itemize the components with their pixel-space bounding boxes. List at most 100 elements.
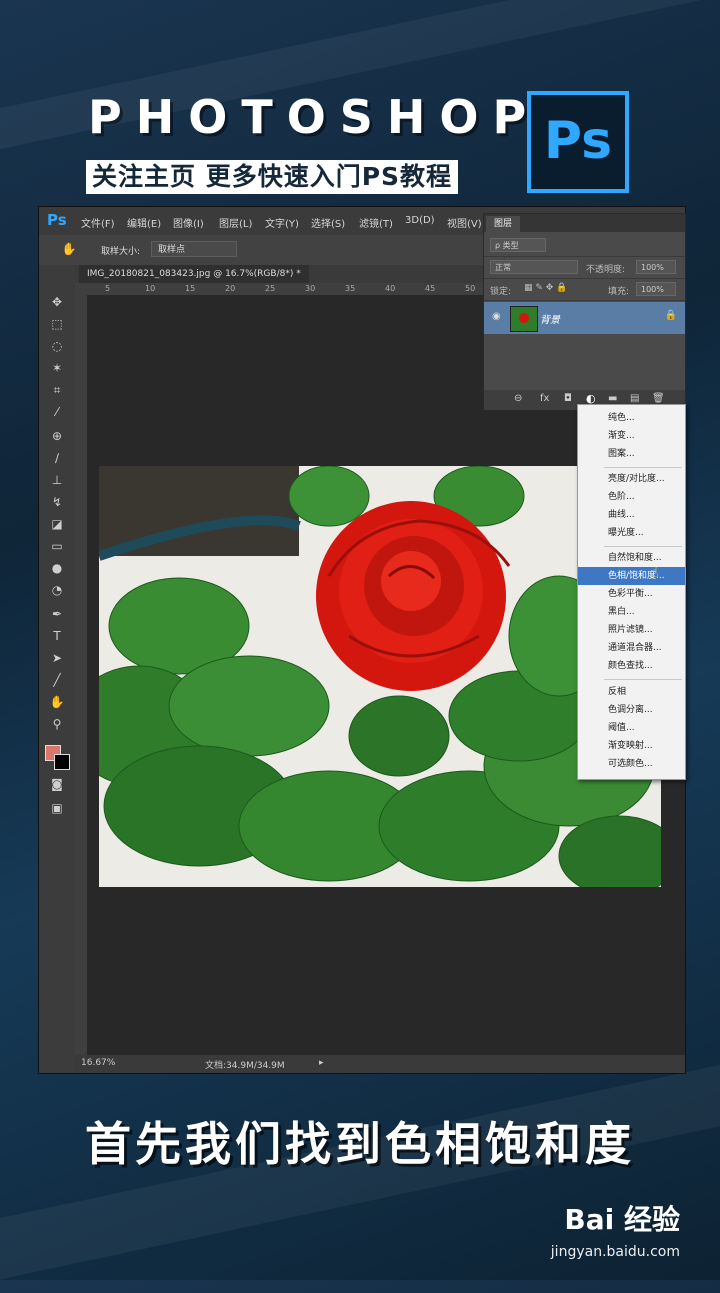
menu-item-invert[interactable]: 反相 bbox=[578, 683, 685, 701]
menu-item-pattern[interactable]: 图案... bbox=[578, 445, 685, 463]
ruler-tick: 45 bbox=[425, 284, 436, 293]
menu-select[interactable]: 选择(S) bbox=[311, 215, 345, 230]
adjustment-layer-menu: 纯色... 渐变... 图案... 亮度/对比度... 色阶... 曲线... … bbox=[577, 404, 686, 780]
menu-3d[interactable]: 3D(D) bbox=[405, 215, 435, 226]
menu-item-color-balance[interactable]: 色彩平衡... bbox=[578, 585, 685, 603]
menu-item-brightness-contrast[interactable]: 亮度/对比度... bbox=[578, 470, 685, 488]
menu-view[interactable]: 视图(V) bbox=[447, 215, 482, 230]
sample-size-label: 取样大小: bbox=[101, 247, 141, 257]
ruler-tick: 5 bbox=[105, 284, 111, 293]
opacity-label: 不透明度: bbox=[586, 265, 626, 275]
document-size-info: 文档:34.9M/34.9M bbox=[205, 1061, 285, 1071]
dodge-tool-icon[interactable]: ◔ bbox=[47, 581, 67, 599]
quick-mask-icon[interactable]: ◙ bbox=[47, 775, 67, 793]
ruler-tick: 15 bbox=[185, 284, 196, 293]
fill-label: 填充: bbox=[608, 287, 630, 297]
fill-field[interactable]: 100% bbox=[636, 282, 676, 296]
layer-thumbnail bbox=[510, 306, 538, 332]
delete-layer-icon[interactable]: 🗑 bbox=[652, 393, 665, 404]
mouse-cursor-icon: ☝ bbox=[650, 565, 659, 581]
layer-filter-row: ρ 类型 bbox=[484, 234, 685, 257]
menu-edit[interactable]: 编辑(E) bbox=[127, 215, 161, 230]
blend-mode-select[interactable]: 正常 bbox=[490, 260, 578, 274]
type-tool-icon[interactable]: T bbox=[47, 627, 67, 645]
menu-item-color-lookup[interactable]: 颜色查找... bbox=[578, 657, 685, 675]
document-tab[interactable]: IMG_20180821_083423.jpg @ 16.7%(RGB/8*) … bbox=[79, 265, 309, 283]
layer-name: 背景 bbox=[540, 315, 560, 326]
zoom-level[interactable]: 16.67% bbox=[81, 1058, 115, 1068]
sample-size-select[interactable]: 取样点 bbox=[151, 241, 237, 257]
tab-layers[interactable]: 图层 bbox=[486, 216, 521, 232]
brush-tool-icon[interactable]: ∕ bbox=[47, 449, 67, 467]
menu-item-exposure[interactable]: 曝光度... bbox=[578, 524, 685, 542]
marquee-tool-icon[interactable]: ⬚ bbox=[47, 315, 67, 333]
layer-filter-select[interactable]: ρ 类型 bbox=[490, 238, 546, 252]
menu-item-hue-saturation[interactable]: 色相/饱和度... bbox=[578, 567, 685, 585]
zoom-tool-icon[interactable]: ⚲ bbox=[47, 715, 67, 733]
menu-item-gradient[interactable]: 渐变... bbox=[578, 427, 685, 445]
lock-label: 锁定: bbox=[490, 287, 512, 297]
line-tool-icon[interactable]: ╱ bbox=[47, 671, 67, 689]
menu-item-levels[interactable]: 色阶... bbox=[578, 488, 685, 506]
path-select-tool-icon[interactable]: ➤ bbox=[47, 649, 67, 667]
lock-row: 锁定: ▦ ✎ ✥ 🔒 填充: 100% bbox=[484, 278, 685, 301]
menu-file[interactable]: 文件(F) bbox=[81, 215, 115, 230]
menu-item-curves[interactable]: 曲线... bbox=[578, 506, 685, 524]
healing-tool-icon[interactable]: ⊕ bbox=[47, 427, 67, 445]
ps-logo: Ps bbox=[527, 91, 629, 193]
ruler-tick: 25 bbox=[265, 284, 276, 293]
mask-icon[interactable]: ◘ bbox=[564, 393, 572, 404]
status-arrow-icon[interactable]: ▸ bbox=[319, 1058, 324, 1068]
status-bar: 16.67% 文档:34.9M/34.9M ▸ bbox=[75, 1055, 685, 1073]
hand-tool-icon[interactable]: ✋ bbox=[47, 693, 67, 711]
visibility-eye-icon[interactable]: ◉ bbox=[492, 311, 501, 322]
menu-item-black-white[interactable]: 黑白... bbox=[578, 603, 685, 621]
lasso-tool-icon[interactable]: ◌ bbox=[47, 337, 67, 355]
crop-tool-icon[interactable]: ⌗ bbox=[47, 381, 67, 399]
background-color-swatch[interactable] bbox=[54, 754, 70, 770]
eyedropper-tool-icon[interactable]: ✋ bbox=[59, 240, 79, 258]
group-icon[interactable]: ▬ bbox=[608, 393, 617, 404]
menu-item-channel-mixer[interactable]: 通道混合器... bbox=[578, 639, 685, 657]
stamp-tool-icon[interactable]: ⊥ bbox=[47, 471, 67, 489]
menu-item-vibrance[interactable]: 自然饱和度... bbox=[578, 549, 685, 567]
opacity-field[interactable]: 100% bbox=[636, 260, 676, 274]
eyedropper-icon[interactable]: ⁄ bbox=[47, 403, 67, 421]
screen-mode-icon[interactable]: ▣ bbox=[47, 799, 67, 817]
layers-panel: 图层 ρ 类型 正常 不透明度: 100% 锁定: ▦ ✎ ✥ 🔒 填充: 10… bbox=[483, 213, 686, 411]
pen-tool-icon[interactable]: ✒ bbox=[47, 605, 67, 623]
menu-separator bbox=[604, 467, 682, 468]
document-tab-bar: IMG_20180821_083423.jpg @ 16.7%(RGB/8*) … bbox=[75, 265, 485, 283]
layer-row-background[interactable]: ◉ 背景 🔒 bbox=[484, 302, 685, 334]
eraser-tool-icon[interactable]: ◪ bbox=[47, 515, 67, 533]
tools-panel: ✥ ⬚ ◌ ✶ ⌗ ⁄ ⊕ ∕ ⊥ ↯ ◪ ▭ ● ◔ ✒ T ➤ ╱ ✋ ⚲ … bbox=[39, 265, 76, 1073]
gradient-tool-icon[interactable]: ▭ bbox=[47, 537, 67, 555]
ruler-tick: 30 bbox=[305, 284, 316, 293]
lock-pixels-icon[interactable]: ▦ ✎ ✥ 🔒 bbox=[524, 283, 567, 293]
menu-item-selective-color[interactable]: 可选颜色... bbox=[578, 755, 685, 773]
move-tool-icon[interactable]: ✥ bbox=[47, 293, 67, 311]
menu-layer[interactable]: 图层(L) bbox=[219, 215, 252, 230]
headline-title: PHOTOSHOP bbox=[88, 90, 541, 144]
history-brush-icon[interactable]: ↯ bbox=[47, 493, 67, 511]
menu-item-gradient-map[interactable]: 渐变映射... bbox=[578, 737, 685, 755]
ruler-tick: 40 bbox=[385, 284, 396, 293]
menu-item-posterize[interactable]: 色调分离... bbox=[578, 701, 685, 719]
menu-item-threshold[interactable]: 阈值... bbox=[578, 719, 685, 737]
blur-tool-icon[interactable]: ● bbox=[47, 559, 67, 577]
ps-app-icon: Ps bbox=[47, 211, 67, 229]
menu-item-solid-color[interactable]: 纯色... bbox=[578, 409, 685, 427]
menu-separator bbox=[604, 546, 682, 547]
menu-filter[interactable]: 滤镜(T) bbox=[359, 215, 393, 230]
menu-item-photo-filter[interactable]: 照片滤镜... bbox=[578, 621, 685, 639]
menu-type[interactable]: 文字(Y) bbox=[265, 215, 299, 230]
ruler-tick: 20 bbox=[225, 284, 236, 293]
ruler-tick: 35 bbox=[345, 284, 356, 293]
link-layers-icon[interactable]: ⊖ bbox=[514, 393, 522, 404]
fx-icon[interactable]: fx bbox=[540, 393, 549, 404]
layers-panel-tabs: 图层 bbox=[484, 214, 685, 232]
ruler-tick: 50 bbox=[465, 284, 476, 293]
menu-image[interactable]: 图像(I) bbox=[173, 215, 204, 230]
magic-wand-tool-icon[interactable]: ✶ bbox=[47, 359, 67, 377]
new-layer-icon[interactable]: ▤ bbox=[630, 393, 639, 404]
